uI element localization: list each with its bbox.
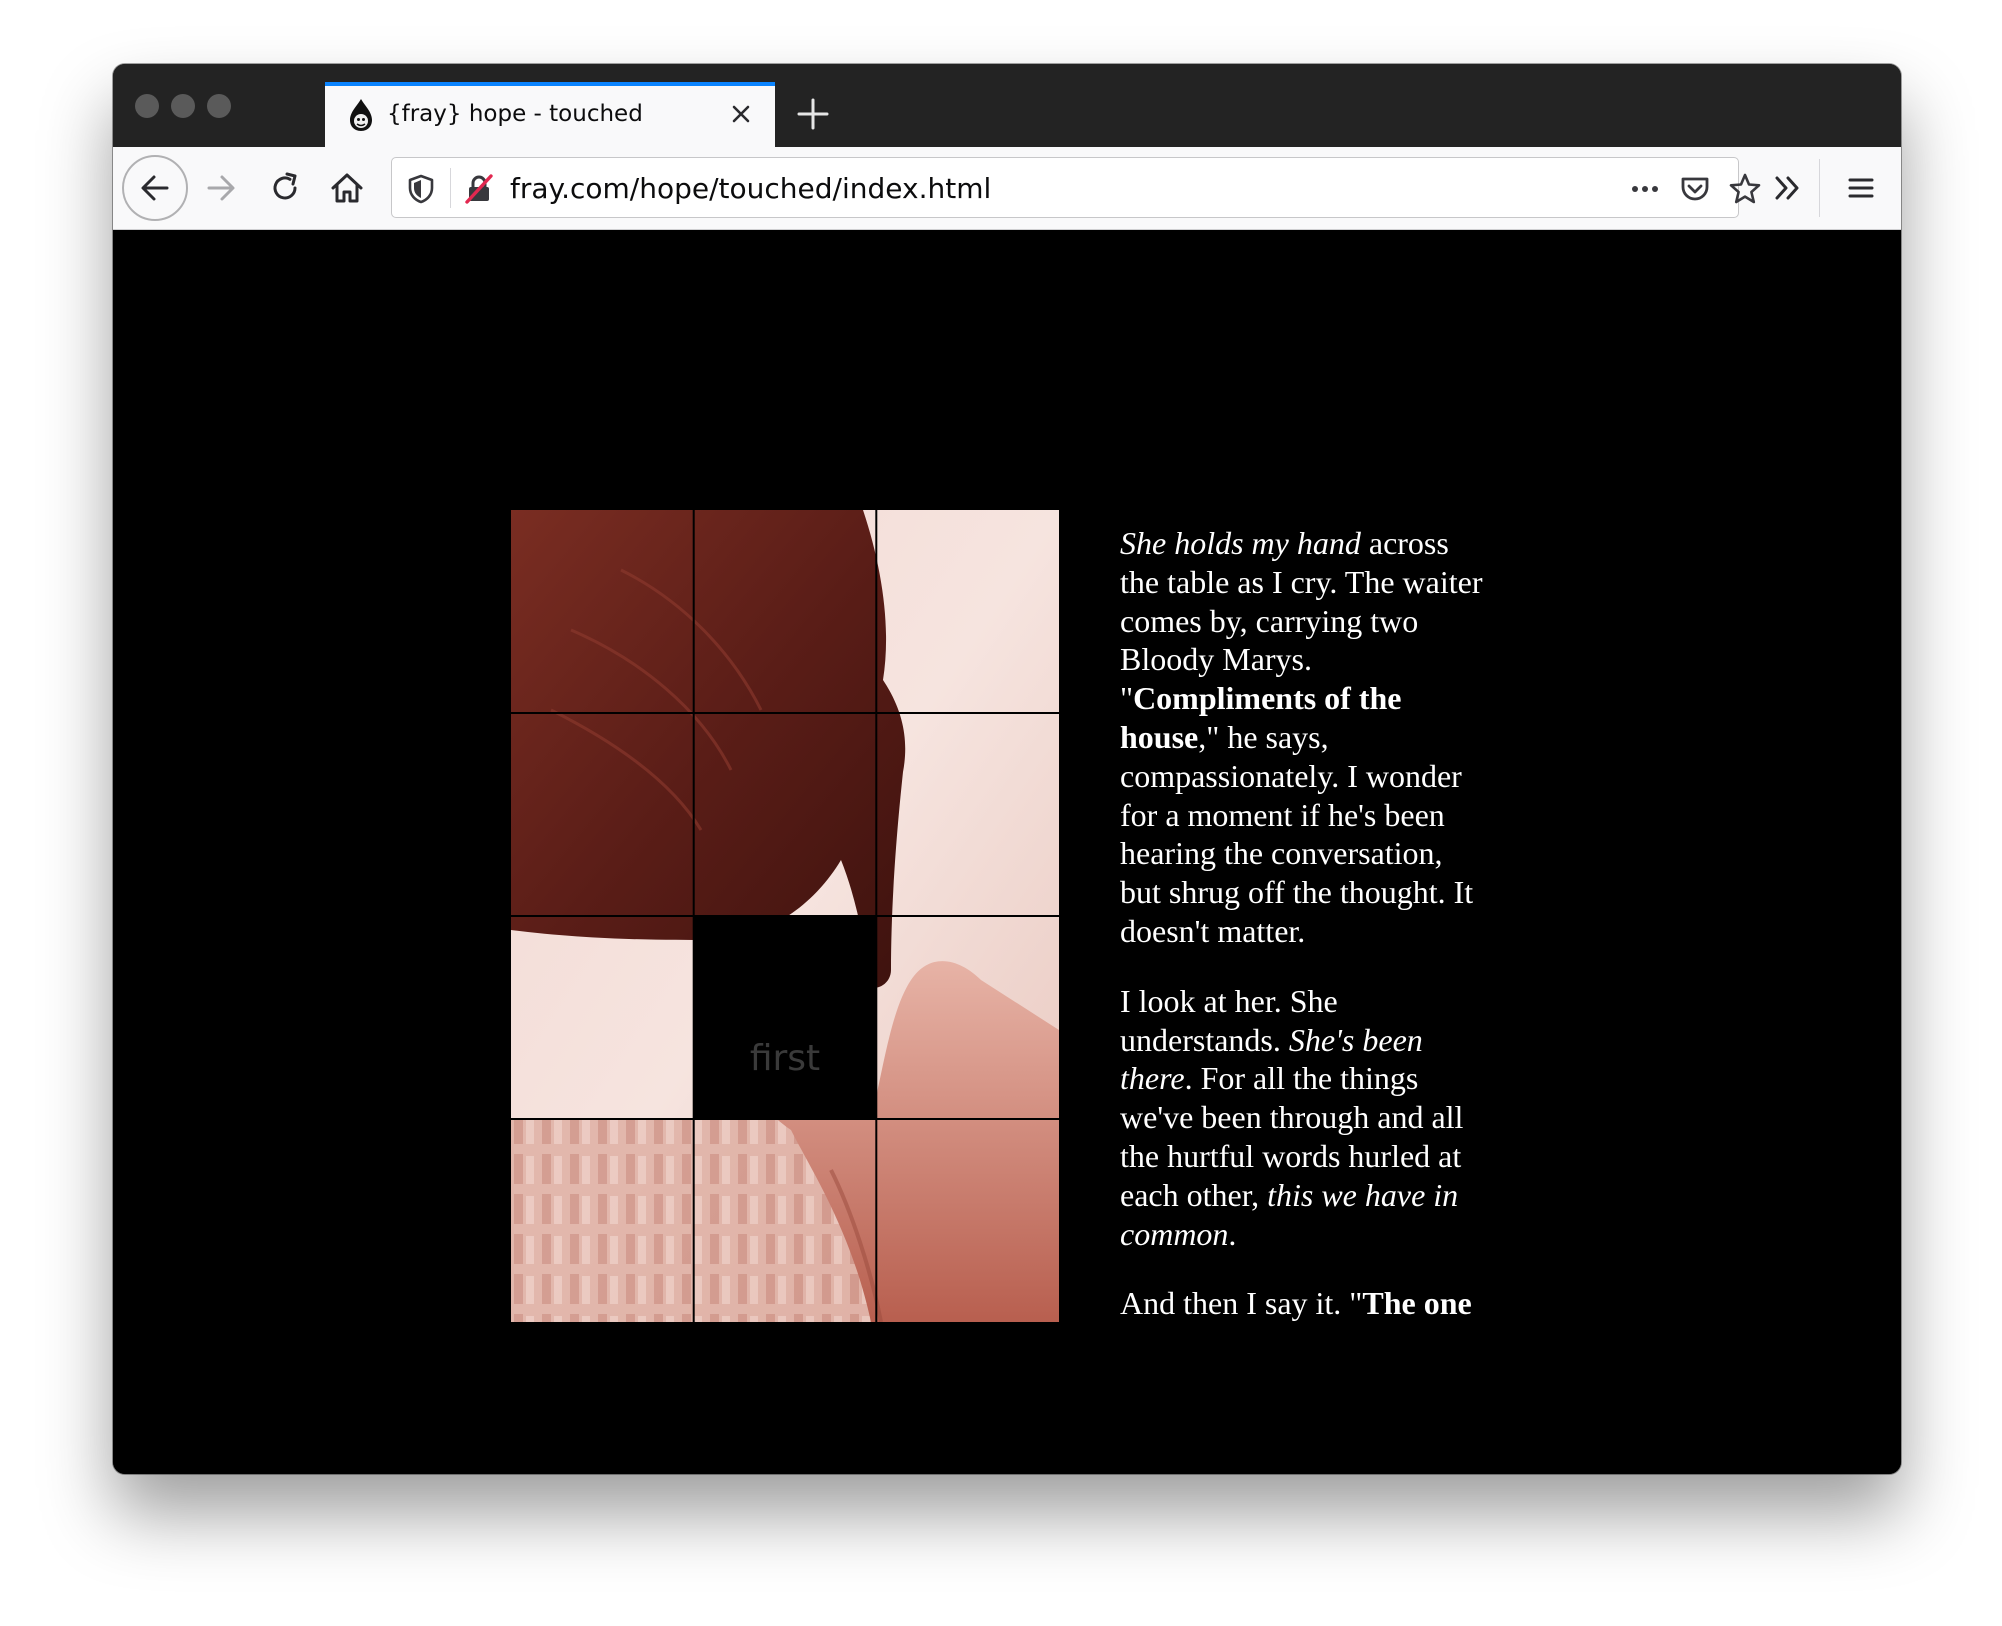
back-button[interactable] (122, 155, 188, 221)
forward-button[interactable] (193, 160, 249, 216)
home-button[interactable] (319, 160, 375, 216)
star-icon[interactable] (1728, 172, 1762, 206)
story-emphasis: She holds my hand (1120, 525, 1361, 561)
pocket-icon[interactable] (1678, 172, 1712, 206)
zoom-window-button[interactable] (207, 94, 231, 118)
overflow-button[interactable] (1759, 160, 1815, 216)
story-paragraph-2: I look at her. She understands. She's be… (1120, 982, 1490, 1254)
fray-drop-icon (350, 99, 372, 131)
story-span: And then I say it. " (1120, 1285, 1363, 1322)
plus-icon[interactable] (793, 94, 833, 134)
insecure-lock-icon[interactable] (462, 172, 496, 206)
title-bar: {fray} hope - touched (113, 64, 1901, 147)
close-icon[interactable] (725, 98, 757, 130)
url-bar[interactable]: fray.com/hope/touched/index.html (391, 157, 1761, 218)
tracking-shield-icon[interactable] (404, 172, 438, 206)
empty-tile-label: first (750, 1038, 820, 1079)
overflow-chevrons-icon (1775, 176, 1799, 200)
story-span: . (1228, 1215, 1237, 1252)
story-strong: The one (1362, 1285, 1472, 1322)
sliding-puzzle[interactable]: first (511, 510, 1059, 1322)
tab-highlight (325, 82, 775, 86)
tab-active[interactable]: {fray} hope - touched (325, 82, 775, 147)
screen: {fray} hope - touched fray.com/hope/touc… (0, 0, 2002, 1626)
menu-button[interactable] (1833, 160, 1889, 216)
hamburger-menu-icon (1848, 178, 1874, 198)
tab-title: {fray} hope - touched (387, 101, 643, 127)
minimize-window-button[interactable] (171, 94, 195, 118)
browser-window: {fray} hope - touched fray.com/hope/touc… (113, 64, 1901, 1474)
forward-arrow-icon (207, 175, 235, 201)
puzzle-svg[interactable]: first (511, 510, 1059, 1322)
page-content: first She holds my hand across the table… (113, 231, 1901, 1474)
story-paragraph-3: And then I say it. "The one (1120, 1284, 1490, 1323)
navigation-toolbar: fray.com/hope/touched/index.html (113, 147, 1901, 230)
reload-icon (273, 172, 297, 200)
empty-tile[interactable] (693, 916, 877, 1119)
back-arrow-icon (141, 175, 169, 201)
home-icon (331, 173, 363, 203)
toolbar-separator (1819, 159, 1820, 217)
story-paragraph-1: She holds my hand across the table as I … (1120, 524, 1490, 951)
url-text[interactable]: fray.com/hope/touched/index.html (510, 172, 991, 205)
more-actions-icon[interactable] (1628, 172, 1662, 206)
story-text: She holds my hand across the table as I … (1120, 524, 1490, 1354)
url-separator (450, 168, 451, 208)
close-window-button[interactable] (135, 94, 159, 118)
reload-button[interactable] (257, 160, 313, 216)
